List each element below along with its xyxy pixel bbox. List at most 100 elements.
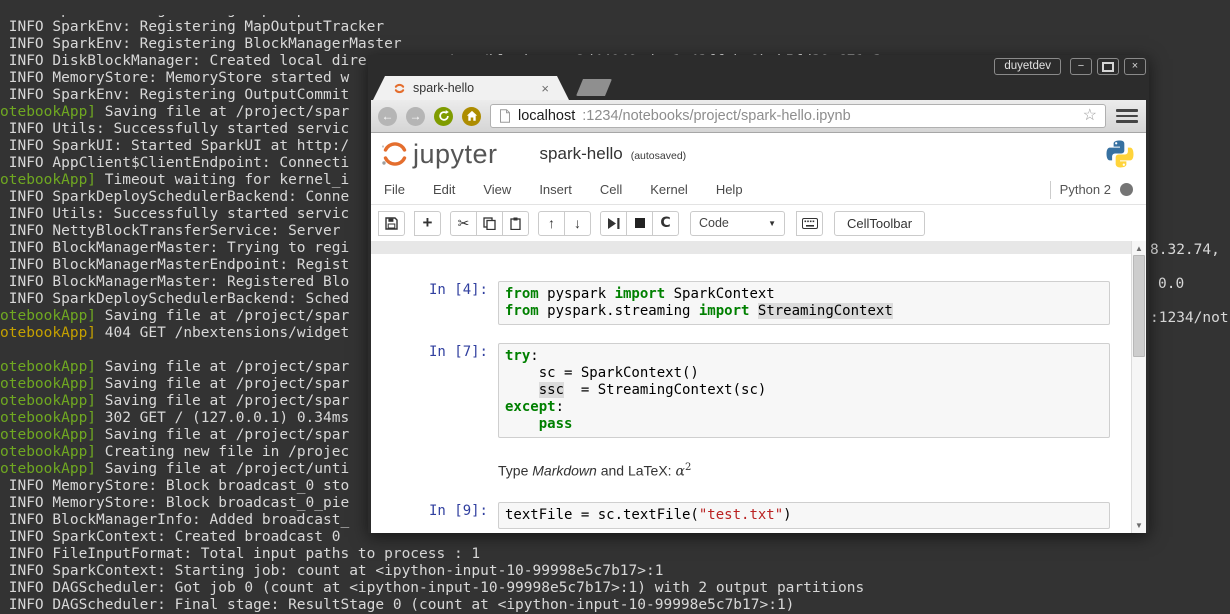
browser-tab[interactable]: spark-hello × — [373, 76, 569, 100]
cell-prompt: In [9]: — [428, 502, 488, 519]
terminal-line: INFO SparkEnv: Registering BlockManagerM… — [0, 35, 402, 52]
stop-icon — [634, 218, 645, 228]
back-button[interactable]: ← — [378, 106, 397, 126]
bookmark-star-icon[interactable]: ☆ — [1083, 108, 1097, 124]
code-cell: In [4]: from pyspark import SparkContext f… — [371, 281, 1131, 325]
notebook-area: In [4]: from pyspark import SparkContext f… — [371, 254, 1131, 533]
notebook-title[interactable]: spark-hello — [540, 144, 623, 164]
save-button[interactable] — [378, 210, 405, 236]
autosave-status: (autosaved) — [630, 150, 687, 162]
header-bottom-strip — [371, 241, 1146, 255]
move-cell-down-button[interactable]: ↓ — [564, 210, 591, 236]
new-tab-button[interactable] — [576, 79, 612, 96]
cell-type-dropdown[interactable]: Code ▼ — [690, 210, 785, 236]
cell-prompt — [371, 456, 498, 484]
browser-navbar: ← → localhost :1234/notebooks/project/spa… — [371, 100, 1146, 133]
url-path: :1234/notebooks/project/spark-hello.ipyn… — [582, 108, 851, 124]
terminal-line-fragment: 0.0 — [1158, 276, 1185, 292]
run-cell-button[interactable] — [600, 210, 627, 236]
jupyter-wordmark: jupyter — [413, 138, 498, 169]
back-arrow-icon: ← — [381, 109, 394, 123]
kernel-name: Python 2 — [1059, 182, 1111, 197]
url-host: localhost — [518, 108, 576, 124]
scrollbar-down-icon[interactable]: ▼ — [1132, 521, 1146, 530]
restart-kernel-button[interactable]: C — [652, 210, 679, 236]
code-cell: In [9]: textFile = sc.textFile("test.txt"… — [371, 501, 1131, 529]
divider — [1049, 180, 1051, 199]
kernel-status-icon — [1120, 183, 1133, 196]
restart-icon: C — [660, 215, 671, 231]
scrollbar-thumb[interactable] — [1133, 255, 1145, 357]
command-palette-button[interactable] — [796, 210, 823, 236]
forward-button[interactable]: → — [406, 106, 425, 126]
menu-item-cell[interactable]: Cell — [600, 182, 622, 197]
reload-icon — [438, 110, 449, 121]
cell-input[interactable]: textFile = sc.textFile("test.txt") — [498, 501, 1110, 529]
tab-title: spark-hello — [413, 81, 475, 95]
cell-prompt: In [4]: — [428, 282, 488, 298]
scrollbar-up-icon[interactable]: ▲ — [1132, 244, 1146, 253]
browser-tabstrip: spark-hello × — [371, 75, 1146, 100]
cell-type-value: Code — [699, 216, 729, 230]
copy-icon — [483, 216, 496, 230]
kernel-zone: Python 2 — [1049, 180, 1133, 199]
terminal-line: INFO DAGScheduler: Got job 0 (count at <… — [0, 579, 865, 596]
page-scrollbar[interactable]: ▲ ▼ — [1131, 241, 1146, 533]
maximize-icon — [1102, 61, 1114, 72]
terminal-line: INFO DAGScheduler: Final stage: ResultSt… — [0, 596, 795, 613]
menu-item-edit[interactable]: Edit — [433, 182, 455, 197]
home-icon — [466, 110, 477, 121]
terminal-line: INFO SparkEnv: Registering MapOutputTrac… — [0, 15, 1230, 19]
run-icon — [607, 217, 619, 229]
hamburger-icon — [1116, 109, 1138, 112]
cell-input[interactable]: from pyspark import SparkContext from pys… — [498, 281, 1110, 325]
menu-item-file[interactable]: File — [384, 182, 405, 197]
plus-icon: + — [422, 213, 433, 232]
arrow-up-icon: ↑ — [548, 215, 555, 231]
paste-cell-button[interactable] — [502, 210, 529, 236]
markdown-cell: Type Markdown and LaTeX: α2 — [371, 456, 1131, 484]
jupyter-logo-icon — [381, 142, 407, 166]
terminal-line-fragment: 8.32.74, — [1150, 242, 1220, 258]
close-button[interactable]: × — [1124, 58, 1146, 75]
menu-item-kernel[interactable]: Kernel — [650, 182, 688, 197]
cell-input[interactable]: try: sc = SparkContext() ssc = Streaming… — [498, 343, 1110, 438]
terminal-line: INFO SparkContext: Starting job: count a… — [0, 562, 664, 579]
paste-icon — [510, 217, 521, 230]
save-icon — [385, 216, 398, 230]
copy-cell-button[interactable] — [476, 210, 503, 236]
maximize-button[interactable] — [1097, 58, 1119, 75]
menu-item-view[interactable]: View — [483, 182, 511, 197]
menu-item-insert[interactable]: Insert — [539, 182, 572, 197]
jupyter-page: jupyter spark-hello (autosaved) File Edit… — [371, 133, 1146, 533]
menu-item-help[interactable]: Help — [716, 182, 743, 197]
jupyter-favicon-icon — [394, 83, 405, 93]
terminal-line-fragment: :1234/not — [1150, 310, 1229, 326]
minimize-button[interactable]: − — [1070, 58, 1092, 75]
keyboard-icon — [801, 217, 818, 229]
home-button[interactable] — [462, 106, 481, 126]
chevron-down-icon: ▼ — [768, 218, 776, 228]
browser-window: duyetdev − × spark-hello × ← → localhost… — [368, 55, 1149, 533]
browser-menu-button[interactable] — [1115, 109, 1139, 123]
reload-button[interactable] — [434, 106, 453, 126]
move-cell-up-button[interactable]: ↑ — [538, 210, 565, 236]
add-cell-button[interactable]: + — [414, 210, 441, 236]
markdown-placeholder[interactable]: Type Markdown and LaTeX: α2 — [498, 456, 691, 484]
celltoolbar-button[interactable]: CellToolbar — [834, 210, 926, 236]
jupyter-header: jupyter spark-hello (autosaved) — [371, 133, 1146, 175]
tab-close-icon[interactable]: × — [541, 82, 549, 95]
arrow-down-icon: ↓ — [574, 215, 581, 231]
interrupt-kernel-button[interactable] — [626, 210, 653, 236]
browser-titlebar: duyetdev − × — [371, 55, 1146, 75]
jupyter-menubar: File Edit View Insert Cell Kernel Help Python … — [371, 175, 1146, 205]
window-title-label: duyetdev — [994, 58, 1061, 75]
cell-prompt: In [7]: — [428, 344, 488, 360]
terminal-line: INFO FileInputFormat: Total input paths … — [0, 545, 481, 562]
code-cell: In [7]: try: sc = SparkContext() ssc = St… — [371, 343, 1131, 438]
jupyter-toolbar: + ✂ ↑ ↓ C Code ▼ CellToolbar — [371, 205, 1146, 241]
cut-cell-button[interactable]: ✂ — [450, 210, 477, 236]
terminal-line: INFO SparkEnv: Registering MapOutputTrac… — [0, 18, 385, 35]
url-bar[interactable]: localhost :1234/notebooks/project/spark-h… — [490, 104, 1106, 128]
scissors-icon: ✂ — [457, 214, 470, 231]
